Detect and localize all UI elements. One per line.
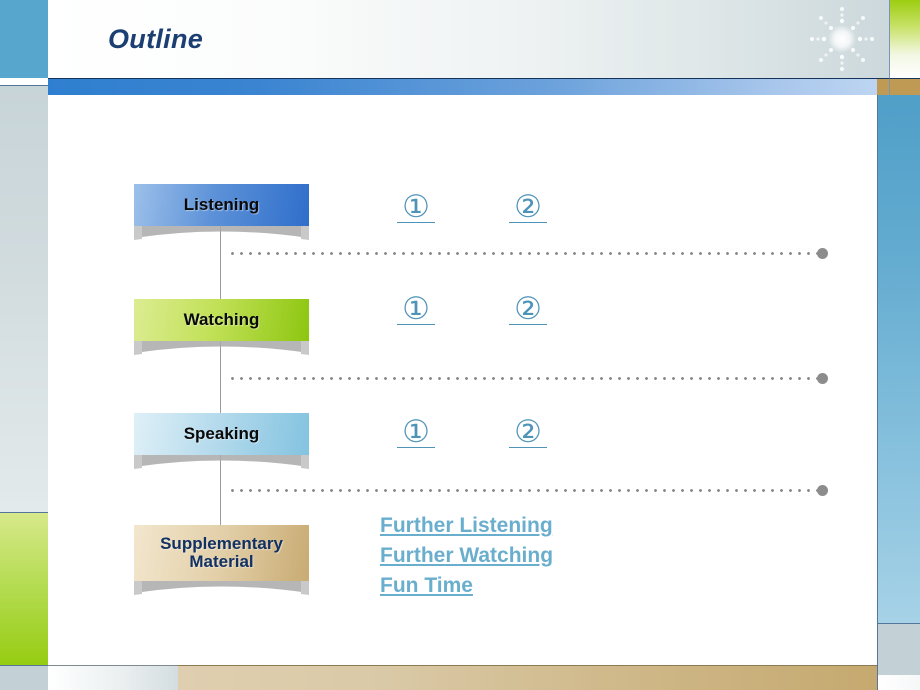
circled-number-icon: ②	[514, 189, 542, 225]
section-banner-speaking-label: Speaking	[183, 424, 260, 444]
speaking-item-2[interactable]: ②	[505, 414, 551, 450]
watching-item-1[interactable]: ①	[393, 291, 439, 327]
link-fun-time[interactable]: Fun Time	[380, 571, 553, 601]
section-banner-watching[interactable]: Watching	[134, 299, 309, 355]
circled-number-icon: ②	[514, 291, 542, 327]
circled-number-icon: ①	[402, 291, 430, 327]
listening-item-1[interactable]: ①	[393, 189, 439, 225]
circled-number-icon: ①	[402, 414, 430, 450]
link-further-watching[interactable]: Further Watching	[380, 541, 553, 571]
slide-canvas: Outline Listening ① ② Watching ① ② Speak…	[0, 0, 920, 690]
section-banner-listening-label: Listening	[183, 195, 260, 215]
ribbon-shadow-speaking	[134, 455, 309, 469]
page-title: Outline	[108, 24, 204, 54]
decor-right-bottom-white	[877, 675, 920, 690]
watching-item-2[interactable]: ②	[505, 291, 551, 327]
decor-header-right-green	[889, 0, 920, 78]
ribbon-shadow-supplementary	[134, 581, 309, 595]
decor-right-blue-panel	[877, 95, 920, 623]
section-banner-listening[interactable]: Listening	[134, 184, 309, 240]
section-banner-supplementary-body: Supplementary Material	[134, 525, 309, 581]
divider-after-watching	[228, 373, 828, 384]
section-banner-supplementary-label: Supplementary Material	[160, 534, 283, 571]
section-banner-supplementary[interactable]: Supplementary Material	[134, 525, 309, 595]
decor-left-bottom-gray	[0, 665, 49, 690]
decor-right-gray-panel	[877, 623, 920, 675]
section-banner-speaking-body: Speaking	[134, 413, 309, 455]
link-further-listening[interactable]: Further Listening	[380, 511, 553, 541]
ribbon-shadow-listening	[134, 226, 309, 240]
decor-left-green-panel	[0, 512, 49, 666]
section-banner-watching-label: Watching	[183, 310, 260, 330]
divider-after-listening	[228, 248, 828, 259]
speaking-item-1[interactable]: ①	[393, 414, 439, 450]
section-connector-line	[220, 220, 221, 540]
ribbon-shadow-watching	[134, 341, 309, 355]
decor-right-gold-strip	[889, 78, 920, 95]
decor-left-gray-panel	[0, 85, 49, 513]
divider-after-speaking	[228, 485, 828, 496]
section-banner-watching-body: Watching	[134, 299, 309, 341]
decor-left-top-blue	[0, 0, 49, 78]
decor-bottom-gold-bar	[178, 665, 877, 690]
section-banner-speaking[interactable]: Speaking	[134, 413, 309, 469]
header-accent-bar	[48, 78, 877, 95]
header-accent-bar-tail	[877, 78, 889, 95]
decor-bottom-left-bar	[48, 665, 178, 690]
circled-number-icon: ②	[514, 414, 542, 450]
supplementary-link-list: Further Listening Further Watching Fun T…	[380, 511, 553, 601]
section-banner-listening-body: Listening	[134, 184, 309, 226]
circled-number-icon: ①	[402, 189, 430, 225]
listening-item-2[interactable]: ②	[505, 189, 551, 225]
